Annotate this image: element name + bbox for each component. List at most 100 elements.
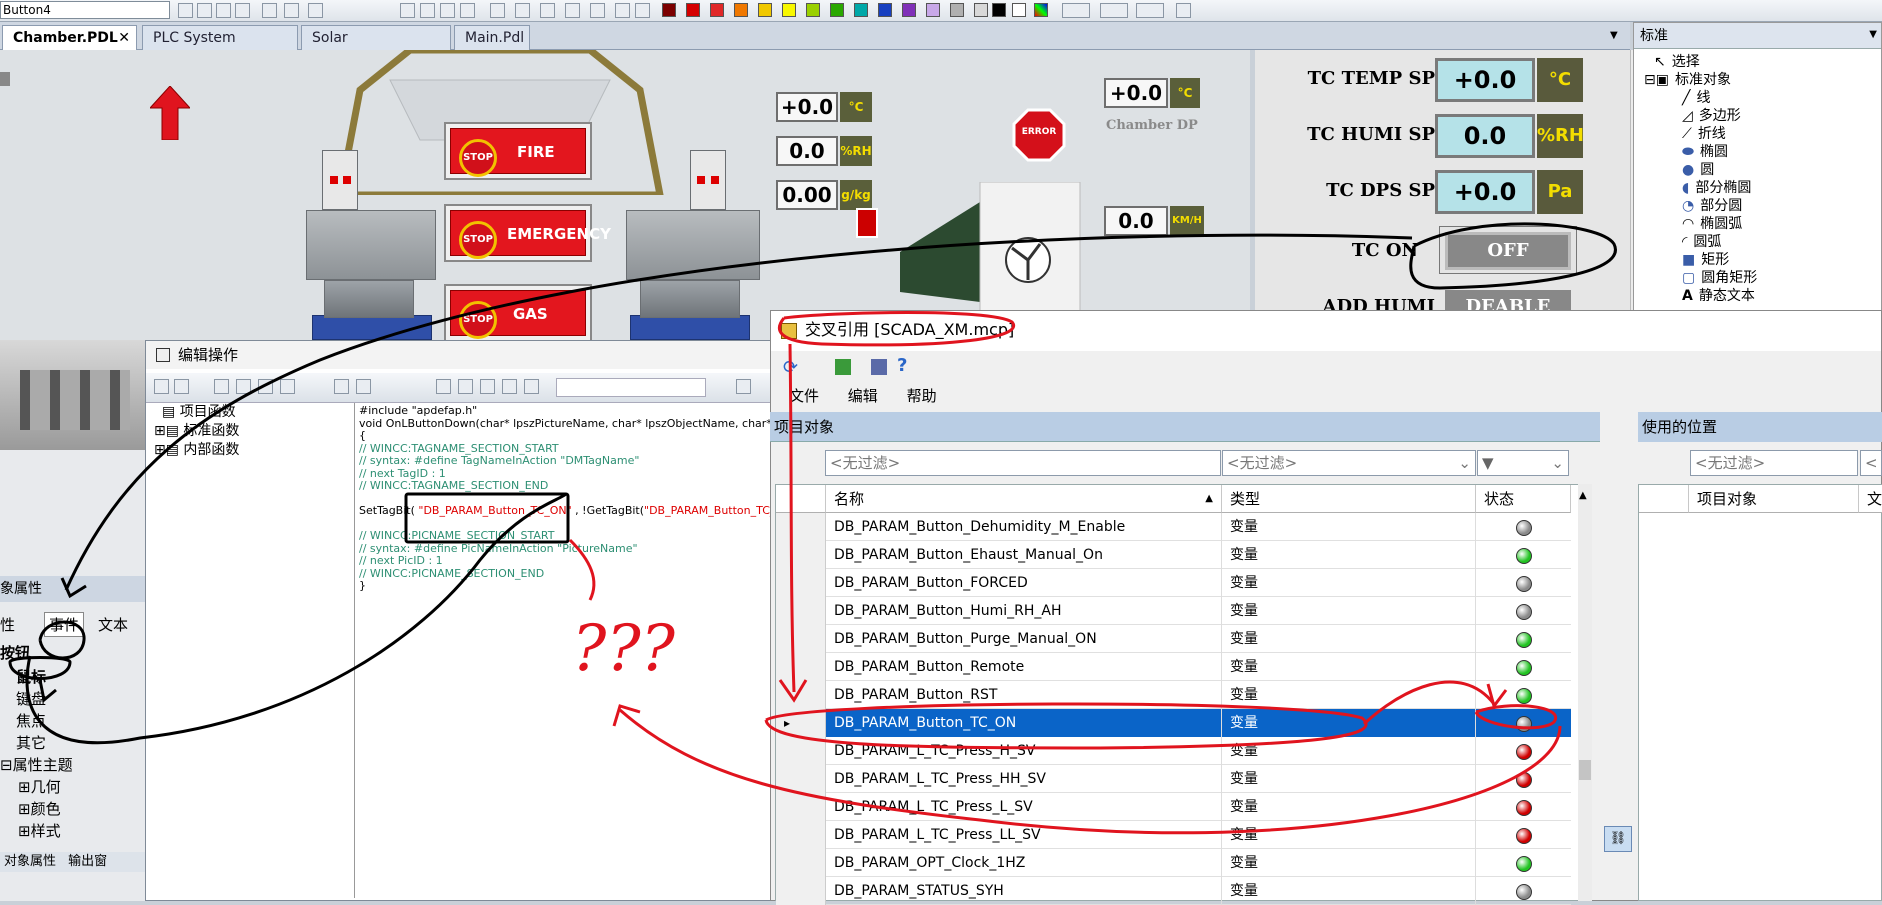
- table-row[interactable]: DB_PARAM_Button_Remote 变量: [776, 653, 1571, 681]
- name-filter[interactable]: <无过滤>: [825, 450, 1221, 476]
- grid-scrollbar[interactable]: ▲: [1578, 484, 1592, 901]
- type-filter[interactable]: <无过滤> ⌄: [1222, 450, 1476, 476]
- tc-dps-sp-value[interactable]: +0.0: [1435, 170, 1535, 214]
- print-icon[interactable]: [871, 359, 887, 375]
- tree-item-project-functions[interactable]: ▤ 项目函数: [154, 403, 354, 422]
- color-swatch[interactable]: [758, 3, 772, 17]
- location-filter-2[interactable]: <无过滤>: [1860, 450, 1882, 476]
- column-type[interactable]: 类型: [1222, 485, 1476, 513]
- emergency-button[interactable]: STOP EMERGENCY: [444, 204, 611, 262]
- row-selector[interactable]: [776, 625, 826, 653]
- tree-item-standard-functions[interactable]: ⊞▤ 标准函数: [154, 422, 354, 441]
- layout-icon[interactable]: [590, 3, 605, 18]
- align-right-icon[interactable]: [216, 3, 231, 18]
- layout-icon[interactable]: [400, 3, 415, 18]
- code-editor[interactable]: #include "apdefap.h" void OnLButtonDown(c…: [354, 403, 774, 898]
- color-swatch[interactable]: [926, 3, 940, 17]
- color-palette-icon[interactable]: [1034, 3, 1048, 17]
- tree-item-internal-functions[interactable]: ⊞▤ 内部函数: [154, 441, 354, 460]
- refresh-icon[interactable]: ⟳: [783, 357, 798, 378]
- table-row[interactable]: DB_PARAM_L_TC_Press_L_SV 变量: [776, 793, 1571, 821]
- tab-properties[interactable]: 性: [0, 614, 15, 635]
- palette-item-pie-ellipse[interactable]: ◖ 部分椭圆: [1682, 179, 1751, 197]
- tag-icon[interactable]: [436, 379, 451, 394]
- menu-edit[interactable]: 编辑: [848, 387, 878, 405]
- tab-text[interactable]: 文本: [98, 614, 128, 635]
- row-selector[interactable]: ▸: [776, 709, 826, 737]
- tree-item-mouse[interactable]: 鼠标: [16, 666, 46, 687]
- column-project-object[interactable]: 项目对象: [1689, 485, 1859, 513]
- tree-item-button[interactable]: 按钮: [0, 642, 30, 663]
- close-icon[interactable]: ✕: [118, 26, 130, 50]
- undo-icon[interactable]: [334, 379, 349, 394]
- align-center-icon[interactable]: [197, 3, 212, 18]
- save-icon[interactable]: [154, 379, 169, 394]
- row-selector[interactable]: [776, 737, 826, 765]
- format-icon[interactable]: [280, 379, 295, 394]
- rotate-icon[interactable]: [262, 3, 277, 18]
- export-icon[interactable]: [835, 359, 851, 375]
- color-swatch[interactable]: [1012, 3, 1026, 17]
- row-selector[interactable]: [776, 793, 826, 821]
- layout-icon[interactable]: [615, 3, 630, 18]
- menu-help[interactable]: 帮助: [907, 387, 937, 405]
- table-row[interactable]: DB_PARAM_Button_Dehumidity_M_Enable 变量: [776, 513, 1571, 541]
- tree-item-keyboard[interactable]: 键盘: [16, 688, 46, 709]
- table-row[interactable]: DB_PARAM_Button_Purge_Manual_ON 变量: [776, 625, 1571, 653]
- help-icon[interactable]: ?: [897, 355, 907, 376]
- layout-icon[interactable]: [540, 3, 555, 18]
- eyedropper-icon[interactable]: [1176, 3, 1191, 18]
- row-selector[interactable]: [776, 681, 826, 709]
- paste-icon[interactable]: [258, 379, 273, 394]
- chevron-down-icon[interactable]: ▼: [1869, 29, 1877, 40]
- row-selector[interactable]: [776, 765, 826, 793]
- palette-item-circle[interactable]: ● 圆: [1682, 161, 1714, 179]
- column-text[interactable]: 文: [1859, 485, 1882, 513]
- column-name[interactable]: 名称 ▲: [826, 485, 1222, 513]
- layout-icon[interactable]: [460, 3, 475, 18]
- copy-icon[interactable]: [236, 379, 251, 394]
- row-selector[interactable]: [776, 569, 826, 597]
- row-selector[interactable]: [776, 849, 826, 877]
- gas-alarm-button[interactable]: STOP GAS Alarm: [444, 284, 592, 340]
- color-swatch[interactable]: [710, 3, 724, 17]
- color-swatch[interactable]: [974, 3, 988, 17]
- color-swatch[interactable]: [854, 3, 868, 17]
- table-row[interactable]: DB_PARAM_Button_FORCED 变量: [776, 569, 1571, 597]
- palette-item-arc[interactable]: ◜ 圆弧: [1682, 233, 1721, 251]
- function-combo[interactable]: [556, 378, 706, 397]
- row-selector[interactable]: [776, 513, 826, 541]
- color-swatch[interactable]: [662, 3, 676, 17]
- import-icon[interactable]: [502, 379, 517, 394]
- color-swatch[interactable]: [830, 3, 844, 17]
- color-swatch[interactable]: [782, 3, 796, 17]
- color-swatch[interactable]: [734, 3, 748, 17]
- palette-item-pie-circle[interactable]: ◔ 部分圆: [1682, 197, 1742, 215]
- tab-output-window[interactable]: 输出窗: [68, 854, 107, 869]
- palette-item-rectangle[interactable]: ■ 矩形: [1682, 251, 1729, 269]
- tab-plc-system-time[interactable]: PLC System Time.Pdl: [142, 25, 298, 70]
- save-all-icon[interactable]: [174, 379, 189, 394]
- tree-item-focus[interactable]: 焦点: [16, 710, 46, 731]
- tree-item-colors[interactable]: ⊞颜色: [18, 798, 61, 819]
- row-selector[interactable]: [776, 541, 826, 569]
- layout-icon[interactable]: [440, 3, 455, 18]
- table-row[interactable]: DB_PARAM_OPT_Clock_1HZ 变量: [776, 849, 1571, 877]
- color-swatch[interactable]: [806, 3, 820, 17]
- palette-item-rounded-rectangle[interactable]: ▢ 圆角矩形: [1682, 269, 1757, 287]
- mirror-icon[interactable]: [284, 3, 299, 18]
- tree-item-property-topics[interactable]: ⊟属性主题: [0, 754, 73, 775]
- color-swatch[interactable]: [992, 3, 1006, 17]
- tree-item-styles[interactable]: ⊞样式: [18, 820, 61, 841]
- tree-item-geometry[interactable]: ⊞几何: [18, 776, 61, 797]
- palette-item-polygon[interactable]: ◿ 多边形: [1682, 107, 1741, 125]
- tab-chamber[interactable]: Chamber.PDL ✕: [2, 25, 137, 50]
- tab-events[interactable]: 事件: [44, 612, 85, 637]
- table-row[interactable]: DB_PARAM_Button_Humi_RH_AH 变量: [776, 597, 1571, 625]
- row-selector[interactable]: [776, 653, 826, 681]
- layout-icon[interactable]: [490, 3, 505, 18]
- zoom-icon[interactable]: [308, 3, 323, 18]
- picture-canvas[interactable]: STOP FIRE STOP EMERGENCY STOP GAS Alarm +0.…: [0, 50, 1250, 340]
- palette-item-standard-objects[interactable]: ⊟▣ 标准对象: [1644, 71, 1731, 89]
- clock-icon[interactable]: [736, 379, 751, 394]
